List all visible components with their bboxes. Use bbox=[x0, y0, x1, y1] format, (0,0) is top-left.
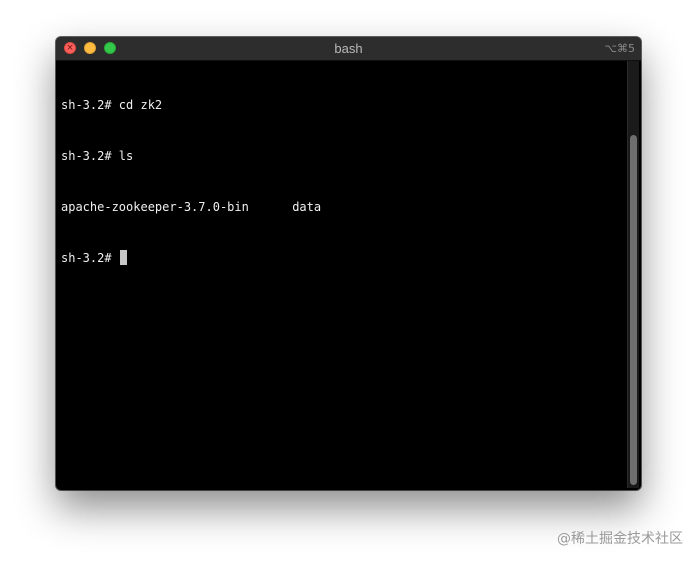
terminal-output[interactable]: sh-3.2# cd zk2 sh-3.2# ls apache-zookeep… bbox=[61, 63, 626, 483]
terminal-line: sh-3.2# ls bbox=[61, 149, 134, 163]
terminal-line: sh-3.2# cd zk2 bbox=[61, 98, 163, 112]
window-title: bash bbox=[334, 41, 363, 56]
watermark-text: @稀土掘金技术社区 bbox=[557, 531, 683, 547]
text-cursor bbox=[119, 250, 127, 265]
window-shortcut: ⌥⌘5 bbox=[604, 42, 635, 55]
prompt-line: sh-3.2# bbox=[61, 250, 626, 267]
terminal-window: × bash ⌥⌘5 sh-3.2# cd zk2 sh-3.2# ls apa… bbox=[56, 37, 641, 490]
terminal-line: apache-zookeeper-3.7.0-bin data bbox=[61, 200, 322, 214]
scrollbar-thumb[interactable] bbox=[630, 135, 637, 485]
title-bar[interactable]: × bash ⌥⌘5 bbox=[56, 37, 641, 61]
prompt-text: sh-3.2# bbox=[61, 251, 119, 265]
vertical-scrollbar[interactable] bbox=[627, 61, 639, 488]
